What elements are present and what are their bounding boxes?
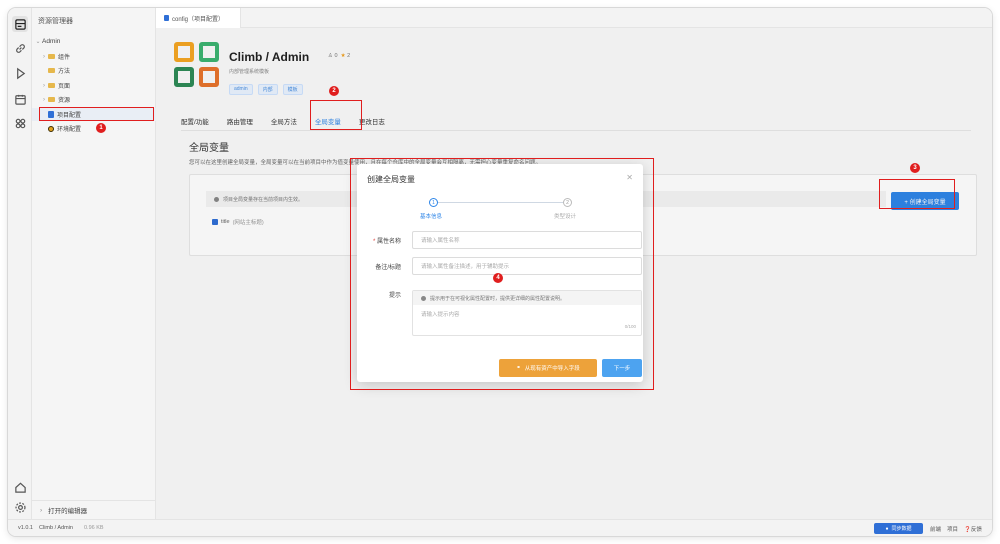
run-icon[interactable] bbox=[12, 65, 28, 81]
version-label: v1.0.1 bbox=[18, 525, 33, 531]
chevron-right-icon: › bbox=[40, 506, 43, 514]
annotation-box-1 bbox=[39, 107, 154, 121]
folder-icon bbox=[48, 97, 55, 102]
annotation-marker-3: 3 bbox=[910, 163, 920, 173]
tree-root-label: Admin bbox=[42, 38, 61, 45]
app-window: 资源管理器 ⌄ Admin › 组件 方法 › 页面 › 资源 项目配置 环境配… bbox=[8, 8, 992, 536]
chevron-right-icon: › bbox=[43, 96, 45, 103]
apps-icon[interactable] bbox=[12, 115, 28, 131]
annotation-marker-2: 2 bbox=[329, 86, 339, 96]
annotation-marker-4: 4 bbox=[493, 273, 503, 283]
help-icon: ❓ bbox=[964, 527, 971, 533]
status-link-project[interactable]: 项目 bbox=[947, 525, 958, 533]
tree-item-label: 组件 bbox=[58, 55, 71, 61]
tree-item-pages[interactable]: › 页面 bbox=[32, 79, 156, 92]
config-file-icon bbox=[164, 15, 169, 21]
chevron-down-icon: ⌄ bbox=[35, 39, 41, 45]
status-bar: v1.0.1 Climb / Admin 0.96 KB ● 同步数据 前端 项… bbox=[8, 519, 992, 536]
home-icon[interactable] bbox=[12, 479, 28, 495]
folder-icon bbox=[48, 83, 55, 88]
annotation-box-3 bbox=[879, 179, 955, 209]
status-links: 前端 项目 ❓反馈 bbox=[930, 525, 982, 533]
chevron-right-icon: › bbox=[43, 82, 45, 89]
sync-label: 同步数据 bbox=[891, 526, 912, 532]
tree-item-env-config[interactable]: 环境配置 bbox=[32, 122, 156, 135]
env-file-icon bbox=[48, 125, 54, 132]
folder-icon bbox=[48, 54, 55, 59]
tab-config[interactable]: config（项目配置） bbox=[156, 8, 241, 28]
tree-item-label: 资源 bbox=[58, 98, 71, 104]
tree-item-label: 环境配置 bbox=[57, 127, 82, 133]
status-link-feedback[interactable]: ❓反馈 bbox=[964, 525, 982, 533]
annotation-box-2 bbox=[310, 100, 362, 130]
tree-root[interactable]: ⌄ Admin bbox=[32, 35, 156, 48]
open-editors-label: 打开的编辑器 bbox=[48, 508, 88, 515]
link-icon[interactable] bbox=[12, 40, 28, 56]
open-editors[interactable]: › 打开的编辑器 bbox=[32, 500, 156, 519]
tree-item-components[interactable]: › 组件 bbox=[32, 50, 156, 63]
sync-icon: ● bbox=[885, 525, 889, 532]
editor-tab-bar: config（项目配置） bbox=[156, 8, 992, 28]
calendar-icon[interactable] bbox=[12, 91, 28, 107]
tree-item-label: 页面 bbox=[58, 84, 71, 90]
annotation-marker-1: 1 bbox=[96, 123, 106, 133]
tree-item-assets[interactable]: › 资源 bbox=[32, 93, 156, 106]
tab-label: config（项目配置） bbox=[172, 16, 225, 23]
file-size: 0.96 KB bbox=[84, 525, 104, 531]
activity-bar bbox=[8, 8, 32, 519]
chevron-right-icon: › bbox=[43, 53, 45, 60]
explorer-title: 资源管理器 bbox=[38, 18, 73, 25]
settings-icon[interactable] bbox=[12, 499, 28, 515]
status-link-frontend[interactable]: 前端 bbox=[930, 525, 941, 533]
tree-item-label: 方法 bbox=[58, 69, 71, 75]
sync-data-button[interactable]: ● 同步数据 bbox=[874, 523, 923, 534]
files-icon[interactable] bbox=[12, 16, 28, 32]
feedback-label: 反馈 bbox=[970, 527, 982, 533]
project-path: Climb / Admin bbox=[39, 525, 73, 531]
explorer-sidebar: 资源管理器 ⌄ Admin › 组件 方法 › 页面 › 资源 项目配置 环境配… bbox=[32, 8, 156, 519]
folder-icon bbox=[48, 68, 55, 73]
tree-item-methods[interactable]: 方法 bbox=[32, 64, 156, 77]
